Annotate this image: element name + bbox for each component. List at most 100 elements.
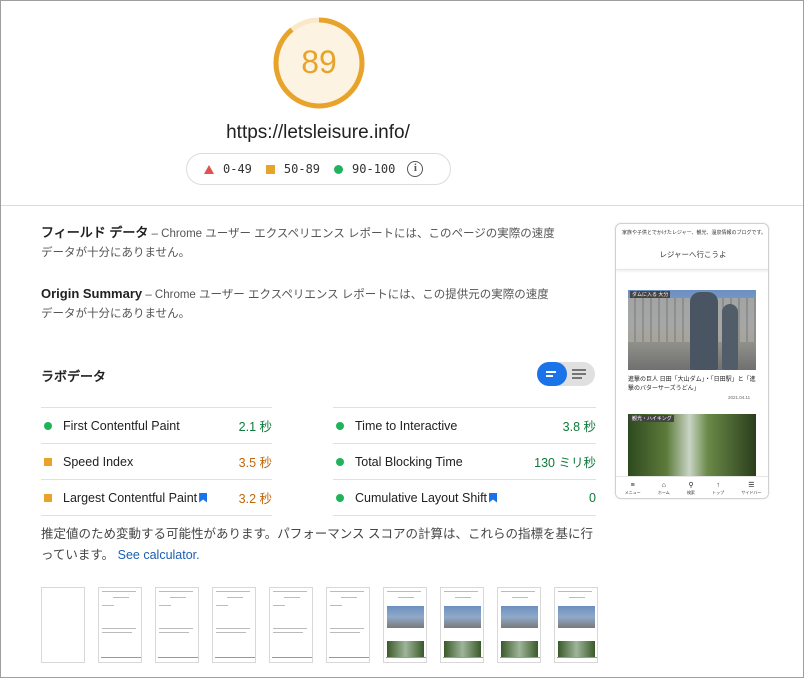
frame-line [159,628,193,629]
frame-line [159,632,189,633]
list-view-button[interactable] [567,362,595,386]
score-legend: 0-49 50-89 90-100 i [186,153,451,185]
pass-circle-icon [44,421,52,430]
phone-nav-label: 検索 [686,489,695,495]
frame-line [512,597,528,598]
frame-nav [443,657,483,658]
phone-nav-label: トップ [712,489,725,495]
frame-line [102,632,132,633]
frame-line [330,632,360,633]
frame-image [558,606,595,628]
phone-site-title: レジャーへ行こうよ [659,250,727,259]
filmstrip-frame [269,587,313,663]
filmstrip-frame [41,587,85,663]
statue-shape [722,304,738,370]
metric-label: Total Blocking Time [355,454,463,469]
frame-line [273,591,307,592]
metric-label: Speed Index [63,454,134,469]
legend-average-range: 50-89 [283,162,321,176]
circle-icon [334,164,344,174]
metric-row: Largest Contentful Paint 3.2 秒 [41,479,272,515]
frame-nav [158,657,198,658]
metric-label-wrap: Cumulative Layout Shift [355,491,589,505]
filmstrip [41,587,601,663]
frame-line [113,597,129,598]
legend-fail: 0-49 [204,162,252,176]
metric-row: Time to Interactive 3.8 秒 [333,407,596,443]
legend-pass-range: 90-100 [352,162,396,176]
frame-line [159,605,171,606]
frame-line [284,597,300,598]
phone-nav-icon: ≡ [630,481,635,489]
metric-label: Cumulative Layout Shift [355,490,488,505]
metric-value: 0 [589,490,596,505]
frame-nav [557,657,597,658]
metric-value: 130 ミリ秒 [534,456,596,470]
filmstrip-frame [440,587,484,663]
filmstrip-frame [497,587,541,663]
phone-bottom-nav: ≡ メニュー ⌂ ホーム ⚲ 検索 ↑ トップ ☰ サイドバー [616,476,768,498]
phone-nav-icon: ↑ [716,481,720,489]
metric-label: Time to Interactive [355,418,458,433]
phone-waterfall-image [628,414,756,478]
origin-summary-section: Origin Summary – Chrome ユーザー エクスペリエンス レポ… [41,284,556,324]
phone-nav-icon: ⚲ [688,481,694,489]
frame-line [501,591,535,592]
average-square-icon [44,457,52,466]
frame-image [558,641,595,657]
frame-line [216,628,250,629]
frame-line [216,605,228,606]
frame-image [444,641,481,657]
metric-label: Largest Contentful Paint [63,490,198,505]
frame-line [159,591,193,592]
frame-line [170,597,186,598]
frame-line [387,591,421,592]
frame-line [341,597,357,598]
frame-line [330,605,342,606]
frame-image [501,606,538,628]
phone-nav-item: ↑ トップ [712,482,724,496]
frame-line [102,628,136,629]
phone-nav-icon: ☰ [748,481,755,489]
lab-data-title: ラボデータ [41,369,107,384]
filmstrip-frame [155,587,199,663]
frame-line [273,632,303,633]
frame-nav [101,657,141,658]
filmstrip-frame [212,587,256,663]
phone-nav-label: ホーム [657,489,670,495]
metric-row: Speed Index 3.5 秒 [41,443,272,479]
frame-line [558,591,592,592]
frame-image [387,606,424,628]
metric-label: First Contentful Paint [63,418,180,433]
metric-value: 3.2 秒 [238,492,272,506]
info-icon[interactable]: i [407,161,424,177]
metric-row: First Contentful Paint 2.1 秒 [41,407,272,443]
pass-circle-icon [336,493,344,502]
phone-header-divider [616,269,768,270]
final-screenshot: 家族や子供とでかけたレジャー、観光、温泉情報のブログです。 レジャーへ行こうよ … [615,223,769,499]
frame-line [216,632,246,633]
frame-line [398,597,414,598]
frame-line [330,628,364,629]
phone-article-caption: 進撃の巨人 日田「大山ダム」・「日田駅」と「進撃のバターサーズうどん」 [628,377,756,392]
summary-view-button[interactable] [537,362,567,386]
filmstrip-frame [326,587,370,663]
field-data-section: フィールド データ – Chrome ユーザー エクスペリエンス レポートには、… [41,223,556,263]
metric-label-wrap: Largest Contentful Paint [63,491,239,505]
frame-line [569,597,585,598]
filmstrip-frame [98,587,142,663]
filmstrip-frame [554,587,598,663]
legend-average: 50-89 [265,162,321,176]
metric-value: 2.1 秒 [238,420,272,434]
metric-row: Total Blocking Time 130 ミリ秒 [333,443,596,479]
view-toggle[interactable] [537,362,595,386]
legend-fail-range: 0-49 [223,162,252,176]
see-calculator-link[interactable]: See calculator. [118,548,200,562]
phone-category-tag: ダムに入る 大分 [630,291,671,298]
metric-row: Cumulative Layout Shift 0 [333,479,596,515]
tested-url: https://letsleisure.info/ [226,122,410,143]
web-vitals-flag-icon [199,492,208,503]
phone-nav-icon: ⌂ [661,481,666,489]
filmstrip-frame [383,587,427,663]
phone-nav-item: ≡ メニュー [625,482,641,496]
